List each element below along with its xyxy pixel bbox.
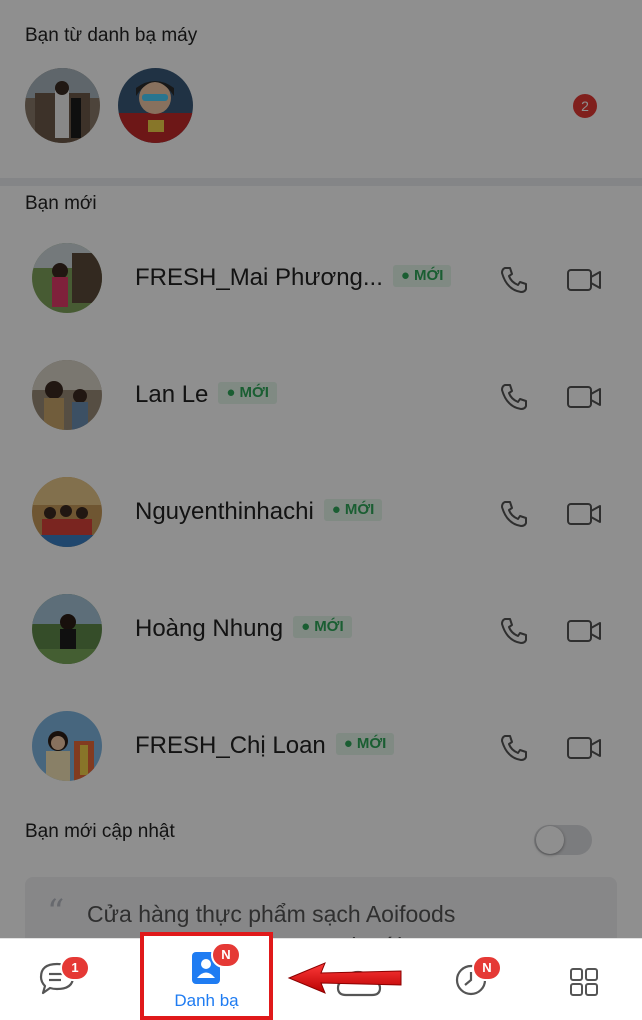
quote-icon: “ <box>47 892 65 932</box>
phone-call-icon[interactable] <box>498 615 530 647</box>
update-text: Cửa hàng thực phẩm sạch Aoifoods <box>87 901 456 927</box>
contact-row[interactable]: Nguyenthinhachi ● MỚI <box>0 454 642 570</box>
recent-updates-title: Bạn mới cập nhật <box>25 821 175 842</box>
phone-call-icon[interactable] <box>498 498 530 530</box>
video-call-icon[interactable] <box>566 265 602 295</box>
phone-contact-avatar[interactable] <box>118 68 193 143</box>
contact-name: Nguyenthinhachi ● MỚI <box>135 498 383 526</box>
nav-contacts[interactable]: N Danh bạ <box>140 932 273 1020</box>
nav-timeline[interactable]: N <box>440 939 520 1020</box>
phone-call-icon[interactable] <box>498 381 530 413</box>
contact-avatar <box>32 594 102 664</box>
person-icon: ● <box>331 501 341 519</box>
timeline-badge: N <box>472 955 502 981</box>
contact-avatar <box>32 360 102 430</box>
video-call-icon[interactable] <box>566 616 602 646</box>
phone-contacts-count-badge: 2 <box>571 92 599 120</box>
new-badge: ● MỚI <box>293 615 352 638</box>
annotation-arrow-icon <box>287 962 402 994</box>
video-call-icon[interactable] <box>566 733 602 763</box>
toggle-knob <box>536 826 564 854</box>
contact-name: Hoàng Nhung ● MỚI <box>135 615 352 643</box>
phone-contact-avatar[interactable] <box>25 68 100 143</box>
phone-contacts-section: Bạn từ danh bạ máy 2 <box>0 0 642 178</box>
new-badge: ● MỚI <box>335 732 395 755</box>
video-call-icon[interactable] <box>566 499 602 529</box>
contacts-badge: N <box>211 942 241 968</box>
new-badge: ● MỚI <box>323 498 383 521</box>
person-icon: ● <box>226 384 236 402</box>
recent-updates-toggle[interactable] <box>534 825 592 855</box>
contact-row[interactable]: FRESH_Chị Loan ● MỚI <box>0 688 642 804</box>
person-icon: ● <box>301 618 311 636</box>
contacts-label: Danh bạ <box>174 991 239 1010</box>
contact-avatar <box>32 243 102 313</box>
new-badge: ● MỚI <box>392 264 452 287</box>
contact-name: Lan Le ● MỚI <box>135 381 277 409</box>
person-icon: ● <box>400 267 410 285</box>
new-badge: ● MỚI <box>218 381 277 404</box>
contact-row[interactable]: Lan Le ● MỚI <box>0 337 642 453</box>
section-divider <box>0 178 642 186</box>
messages-badge: 1 <box>60 955 90 981</box>
contact-name: FRESH_Mai Phương... ● MỚI <box>135 264 452 292</box>
grid-icon <box>570 968 598 996</box>
person-icon: ● <box>343 735 353 753</box>
new-friends-title: Bạn mới <box>25 193 97 214</box>
video-call-icon[interactable] <box>566 382 602 412</box>
nav-more[interactable] <box>555 939 615 1020</box>
nav-messages[interactable]: 1 <box>20 939 100 1020</box>
contact-name: FRESH_Chị Loan ● MỚI <box>135 732 395 760</box>
phone-call-icon[interactable] <box>498 732 530 764</box>
phone-contacts-title: Bạn từ danh bạ máy <box>25 25 198 46</box>
contact-row[interactable]: FRESH_Mai Phương... ● MỚI <box>0 220 642 336</box>
contact-avatar <box>32 711 102 781</box>
contact-avatar <box>32 477 102 547</box>
contact-row[interactable]: Hoàng Nhung ● MỚI <box>0 571 642 687</box>
phone-call-icon[interactable] <box>498 264 530 296</box>
